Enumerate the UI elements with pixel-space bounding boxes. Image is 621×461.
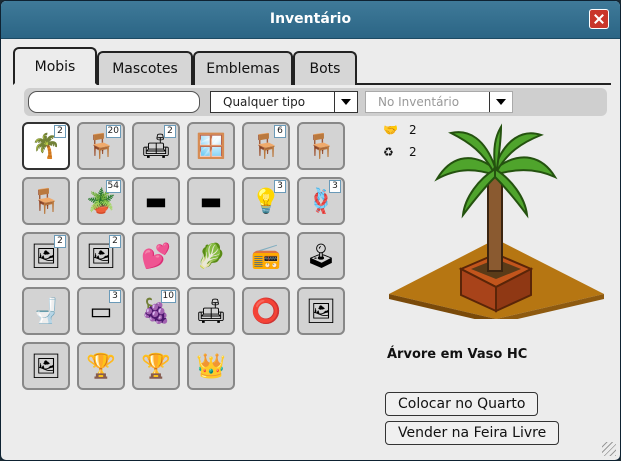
item-count-badge: 3 [109, 290, 121, 303]
inventory-slot[interactable]: 🖼 [22, 342, 70, 390]
resize-grip[interactable] [602, 442, 616, 456]
inventory-window: Inventário Mobis Mascotes Emblemas Bots … [0, 0, 621, 461]
item-count-badge: 2 [54, 235, 66, 248]
inventory-slot[interactable]: 🍇 10 [132, 287, 180, 335]
recycle-icon: ♻ [383, 145, 394, 159]
inventory-slot[interactable]: 🪑 6 [242, 122, 290, 170]
tab-mobis[interactable]: Mobis [13, 47, 97, 85]
chevron-down-icon[interactable] [334, 92, 357, 112]
inventory-slot[interactable]: 🖼 2 [77, 232, 125, 280]
inventory-slot[interactable]: 💕 [132, 232, 180, 280]
trade-stat: 🤝 2 [383, 123, 417, 137]
item-count-badge: 3 [274, 180, 286, 193]
furniture-icon: ⭕ [251, 297, 281, 325]
tab-bar: Mobis Mascotes Emblemas Bots [13, 43, 611, 85]
furniture-icon: 📻 [251, 242, 281, 270]
item-preview [389, 123, 604, 319]
item-count-badge: 2 [109, 235, 121, 248]
close-button[interactable] [589, 9, 609, 29]
item-count-badge: 2 [164, 125, 176, 138]
tab-emblemas[interactable]: Emblemas [193, 51, 293, 85]
location-select[interactable]: No Inventário [365, 91, 513, 113]
place-in-room-button[interactable]: Colocar no Quarto [385, 392, 539, 416]
inventory-slot[interactable]: ▬ [187, 177, 235, 225]
furniture-icon: 🕹 [305, 242, 337, 270]
inventory-slot[interactable]: 🪴 54 [77, 177, 125, 225]
chevron-down-icon[interactable] [489, 92, 512, 112]
inventory-slot[interactable]: 🖼 2 [22, 232, 70, 280]
filter-bar: Qualquer tipo No Inventário [24, 88, 607, 116]
furniture-icon: ▬ [144, 187, 168, 215]
inventory-slot[interactable]: 🏆 [77, 342, 125, 390]
furniture-icon: 🪑 [31, 187, 61, 215]
type-select-value: Qualquer tipo [223, 95, 306, 109]
item-count-badge: 2 [54, 125, 66, 138]
inventory-slot[interactable]: 🪑 [22, 177, 70, 225]
item-count-badge: 20 [105, 125, 121, 138]
search-input[interactable] [28, 91, 200, 113]
inventory-slot[interactable]: 👑 [187, 342, 235, 390]
inventory-slot[interactable]: 🪑 20 [77, 122, 125, 170]
inventory-slot[interactable]: 🛋 2 [132, 122, 180, 170]
inventory-slot[interactable]: 🖼 [297, 287, 345, 335]
handshake-icon: 🤝 [383, 123, 398, 137]
item-count-badge: 54 [105, 180, 121, 193]
furniture-icon: 🪟 [196, 132, 226, 160]
location-select-value: No Inventário [378, 95, 460, 109]
furniture-icon: 🥬 [196, 242, 226, 270]
recycle-count: 2 [409, 145, 417, 159]
furniture-icon: 💕 [141, 242, 171, 270]
item-count-badge: 3 [329, 180, 341, 193]
type-select[interactable]: Qualquer tipo [210, 91, 358, 113]
item-count-badge: 6 [274, 125, 286, 138]
inventory-slot[interactable]: 🕹 [297, 232, 345, 280]
furniture-icon: 🚽 [31, 297, 61, 325]
inventory-slot[interactable]: 🚽 [22, 287, 70, 335]
trade-count: 2 [409, 123, 417, 137]
window-title: Inventário [269, 11, 352, 27]
recycle-stat: ♻ 2 [383, 145, 417, 159]
item-count-badge: 10 [160, 290, 176, 303]
furniture-icon: 👑 [196, 352, 226, 380]
furniture-icon: 🏆 [141, 352, 171, 380]
furniture-icon: 🛋 [195, 297, 227, 325]
inventory-slot[interactable]: 🛋 [187, 287, 235, 335]
selected-item-name: Árvore em Vaso HC [387, 347, 528, 362]
inventory-slot[interactable]: 🥬 [187, 232, 235, 280]
sell-marketplace-button[interactable]: Vender na Feira Livre [385, 421, 560, 445]
inventory-slot[interactable]: 💡 3 [242, 177, 290, 225]
inventory-slot[interactable]: ⭕ [242, 287, 290, 335]
tab-mascotes[interactable]: Mascotes [97, 51, 193, 85]
inventory-slot[interactable]: 🪑 [297, 122, 345, 170]
furniture-icon: 🏆 [86, 352, 116, 380]
inventory-slot[interactable]: ▬ [132, 177, 180, 225]
furniture-icon: 🪑 [306, 132, 336, 160]
inventory-slot[interactable]: 📻 [242, 232, 290, 280]
inventory-slot[interactable]: 🌴 2 [22, 122, 70, 170]
furniture-icon: 🖼 [30, 352, 62, 380]
inventory-slot[interactable]: 🪟 [187, 122, 235, 170]
tab-bots[interactable]: Bots [293, 51, 357, 85]
inventory-slot[interactable]: 🏆 [132, 342, 180, 390]
inventory-slot[interactable]: 🪢 3 [297, 177, 345, 225]
inventory-slot[interactable]: ▭ 3 [77, 287, 125, 335]
title-bar[interactable]: Inventário [1, 1, 620, 39]
furniture-icon: 🖼 [305, 297, 337, 325]
furniture-icon: ▬ [199, 187, 223, 215]
